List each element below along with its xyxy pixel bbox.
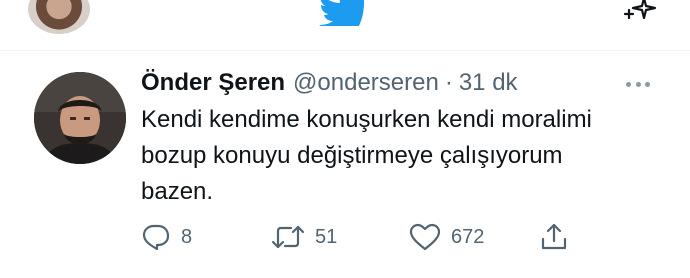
more-dot: [635, 81, 641, 87]
author-handle[interactable]: @onderseren: [293, 68, 439, 98]
like-count: 672: [451, 225, 485, 248]
tweet-text-line: Kendi kendime konuşurken kendi moralimi: [141, 106, 592, 133]
like-button[interactable]: 672: [409, 219, 484, 255]
twitter-bird-icon[interactable]: [318, 0, 368, 26]
more-dot: [645, 81, 650, 87]
share-icon: [541, 223, 567, 250]
author-name[interactable]: Önder Şeren: [141, 68, 285, 98]
tweet-text-line: bazen.: [141, 178, 214, 205]
reply-button[interactable]: 8: [141, 219, 192, 255]
retweet-icon: [271, 225, 305, 249]
sparkle-icon[interactable]: [622, 0, 662, 26]
tweet-text: Kendi kendime konuşurken kendi moralimi …: [141, 102, 661, 210]
tweet-timestamp[interactable]: 31 dk: [459, 68, 518, 98]
top-navigation-bar: [0, 0, 690, 50]
tweet-header: Önder Şeren @onderseren · 31 dk: [141, 68, 518, 98]
top-divider: [0, 50, 690, 51]
retweet-count: 51: [315, 225, 338, 248]
author-avatar[interactable]: [34, 72, 126, 164]
heart-icon: [409, 223, 441, 251]
tweet-text-line: bozup konuyu değiştirmeye çalışıyorum: [141, 142, 563, 169]
reply-icon: [142, 224, 170, 251]
retweet-button[interactable]: 51: [271, 219, 337, 255]
more-dot: [626, 81, 631, 87]
current-user-avatar[interactable]: [28, 0, 90, 34]
tweet-actions: 8 51 672: [141, 219, 581, 255]
reply-count: 8: [181, 225, 193, 248]
header-separator: ·: [444, 69, 453, 96]
more-options-icon[interactable]: [620, 74, 656, 94]
author-avatar-image: [34, 72, 126, 164]
share-button[interactable]: [539, 219, 569, 255]
